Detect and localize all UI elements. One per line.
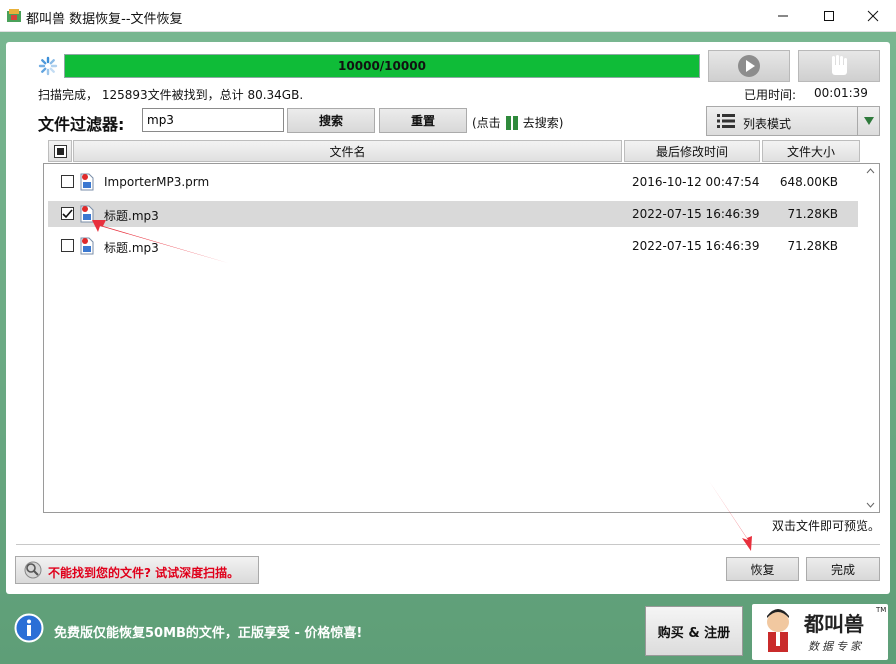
window-title: 都叫兽 数据恢复--文件恢复 xyxy=(26,12,183,27)
view-mode-dropdown[interactable] xyxy=(857,107,879,135)
search-button[interactable]: 搜索 xyxy=(287,108,375,133)
reset-button[interactable]: 重置 xyxy=(379,108,467,133)
brand-logo: 都叫兽 TM 数据专家 xyxy=(752,604,888,660)
column-filename-label: 文件名 xyxy=(329,144,366,159)
filter-hint: (点击 去搜索) xyxy=(472,114,563,131)
divider xyxy=(16,544,880,545)
buy-register-button[interactable]: 购买 & 注册 xyxy=(645,606,743,656)
recover-button-label: 恢复 xyxy=(750,562,775,577)
brand-tagline: 数据专家 xyxy=(808,640,864,653)
vertical-scrollbar[interactable] xyxy=(862,164,879,512)
resume-button[interactable] xyxy=(708,50,790,82)
play-icon xyxy=(738,55,760,77)
dropdown-arrow-icon xyxy=(863,117,874,125)
file-name: ImporterMP3.prm xyxy=(104,175,210,189)
view-mode-label: 列表模式 xyxy=(743,117,792,131)
file-size: 71.28KB xyxy=(787,207,838,221)
scan-progress-bar: 10000/10000 xyxy=(64,54,700,78)
scroll-up-icon[interactable] xyxy=(866,168,875,174)
stop-button[interactable] xyxy=(798,50,880,82)
scan-summary: 扫描完成， 125893文件被找到，总计 80.34GB. xyxy=(38,88,304,102)
file-list[interactable]: ImporterMP3.prm 2016-10-12 00:47:54 648.… xyxy=(43,163,880,513)
title-bar: 都叫兽 数据恢复--文件恢复 xyxy=(0,0,896,32)
banner-text: 免费版仅能恢复50MB的文件，正版享受 - 价格惊喜! xyxy=(54,626,363,641)
buy-register-label: 购买 & 注册 xyxy=(657,625,731,641)
info-icon xyxy=(14,613,44,643)
pause-icon xyxy=(505,115,518,130)
file-size: 71.28KB xyxy=(787,239,838,253)
column-size-label: 文件大小 xyxy=(786,144,835,159)
checkmark-icon xyxy=(62,209,73,219)
hint-prefix: (点击 xyxy=(472,116,501,130)
table-row[interactable]: ImporterMP3.prm 2016-10-12 00:47:54 648.… xyxy=(48,169,858,195)
row-checkbox[interactable] xyxy=(61,175,74,188)
deep-scan-button[interactable]: 不能找到您的文件? 试试深度扫描。 xyxy=(15,556,259,584)
deep-scan-label: 不能找到您的文件? 试试深度扫描。 xyxy=(48,566,240,580)
row-checkbox[interactable] xyxy=(61,239,74,252)
file-icon xyxy=(80,237,94,255)
done-button[interactable]: 完成 xyxy=(806,557,880,581)
app-icon xyxy=(7,9,21,22)
done-button-label: 完成 xyxy=(830,562,855,577)
hint-suffix: 去搜索) xyxy=(522,116,564,130)
progress-text: 10000/10000 xyxy=(338,59,426,73)
maximize-button[interactable] xyxy=(806,0,852,32)
preview-hint: 双击文件即可预览。 xyxy=(772,519,881,533)
loading-spinner-icon xyxy=(38,56,58,76)
file-name: 标题.mp3 xyxy=(104,241,159,255)
minimize-button[interactable] xyxy=(760,0,806,32)
reset-button-label: 重置 xyxy=(410,114,435,128)
column-filename[interactable]: 文件名 xyxy=(73,140,622,162)
recover-button[interactable]: 恢复 xyxy=(726,557,799,581)
elapsed-label: 已用时间: xyxy=(744,88,797,102)
search-button-label: 搜索 xyxy=(318,114,343,128)
brand-name: 都叫兽 xyxy=(804,612,864,636)
close-icon xyxy=(867,10,879,22)
close-button[interactable] xyxy=(850,0,896,32)
file-modified: 2022-07-15 16:46:39 xyxy=(632,239,760,253)
file-modified: 2016-10-12 00:47:54 xyxy=(632,175,760,189)
brand-tm: TM xyxy=(876,606,887,614)
column-modified-label: 最后修改时间 xyxy=(655,144,728,159)
file-modified: 2022-07-15 16:46:39 xyxy=(632,207,760,221)
scroll-down-icon[interactable] xyxy=(866,502,875,508)
file-icon xyxy=(80,205,94,223)
table-row[interactable]: 标题.mp3 2022-07-15 16:46:39 71.28KB xyxy=(48,233,858,259)
magnifier-icon xyxy=(24,561,42,579)
file-icon xyxy=(80,173,94,191)
maximize-icon xyxy=(824,11,834,21)
filter-input[interactable] xyxy=(142,108,284,132)
list-view-icon xyxy=(717,114,735,128)
column-modified[interactable]: 最后修改时间 xyxy=(624,140,760,162)
stop-hand-icon xyxy=(832,55,847,75)
select-all-checkbox[interactable] xyxy=(48,140,72,162)
select-all-icon xyxy=(53,144,67,158)
row-checkbox[interactable] xyxy=(61,207,74,220)
minimize-icon xyxy=(778,15,788,17)
column-size[interactable]: 文件大小 xyxy=(762,140,860,162)
file-name: 标题.mp3 xyxy=(104,209,159,223)
view-mode-select[interactable]: 列表模式 xyxy=(706,106,880,136)
file-size: 648.00KB xyxy=(779,175,838,189)
elapsed-value: 00:01:39 xyxy=(814,86,868,100)
filter-label: 文件过滤器: xyxy=(38,115,125,134)
table-row[interactable]: 标题.mp3 2022-07-15 16:46:39 71.28KB xyxy=(48,201,858,227)
mascot-icon xyxy=(767,609,789,652)
